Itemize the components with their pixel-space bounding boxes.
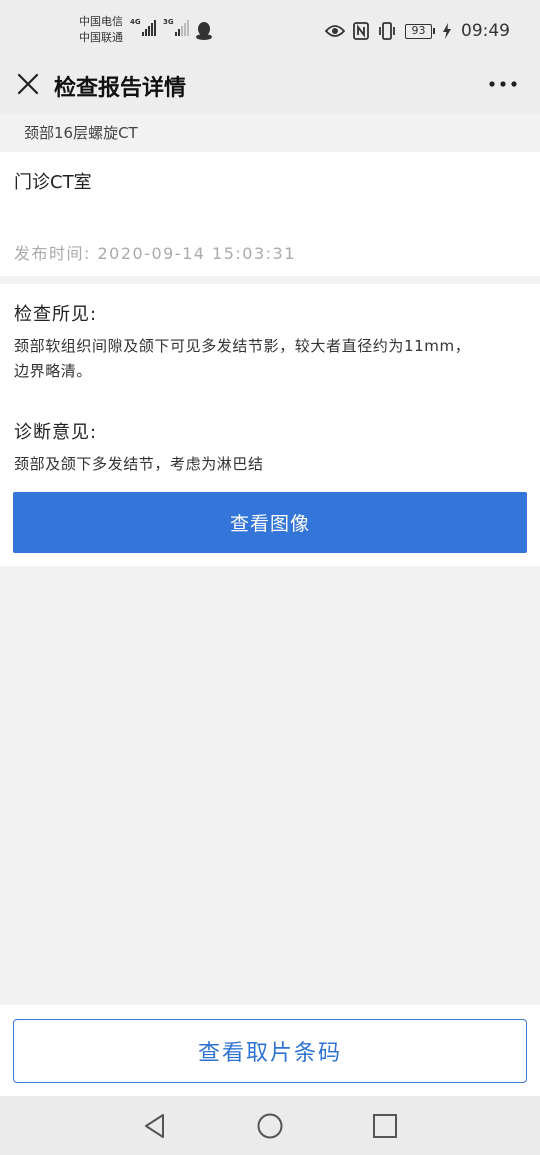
department: 门诊CT室: [14, 172, 92, 193]
home-icon[interactable]: [255, 1111, 285, 1141]
diagnosis-title: 诊断意见:: [14, 422, 98, 443]
signal-group-2: 3G: [163, 18, 189, 36]
signal-group-1: 4G: [130, 18, 156, 36]
network-type-2: 3G: [163, 18, 174, 26]
view-image-button[interactable]: 查看图像: [13, 492, 527, 553]
publish-time: 发布时间: 2020-09-14 15:03:31: [14, 244, 296, 263]
network-type-1: 4G: [130, 18, 141, 26]
findings-line-2: 边界略清。: [14, 362, 93, 380]
charging-icon: [443, 23, 451, 39]
status-bar: 中国电信 中国联通 4G 3G 93 09:49: [0, 0, 540, 60]
page-title: 检查报告详情: [54, 76, 187, 101]
qq-icon: [196, 22, 212, 40]
findings-line-1: 颈部软组织间隙及颌下可见多发结节影，较大者直径约为11mm，: [14, 337, 471, 355]
status-right: 93 09:49: [325, 20, 510, 42]
recents-icon[interactable]: [370, 1111, 400, 1141]
system-nav-bar: [0, 1096, 540, 1155]
signal-icon: [141, 18, 156, 36]
exam-name-bar: 颈部16层螺旋CT: [0, 114, 540, 152]
exam-name: 颈部16层螺旋CT: [24, 124, 138, 142]
carrier-name-2: 中国联通: [79, 31, 123, 44]
carrier-name-1: 中国电信: [79, 15, 123, 28]
vibrate-icon: [379, 22, 395, 40]
carrier-info: 中国电信 中国联通: [79, 14, 123, 46]
battery-icon: 93: [405, 23, 435, 39]
eye-icon: [325, 25, 345, 37]
view-barcode-button[interactable]: 查看取片条码: [13, 1019, 527, 1083]
findings-text: 颈部软组织间隙及颌下可见多发结节影，较大者直径约为11mm， 边界略清。: [14, 334, 530, 384]
bottom-action-bar: 查看取片条码: [0, 1005, 540, 1096]
diagnosis-text: 颈部及颌下多发结节，考虑为淋巴结: [14, 455, 264, 473]
back-icon[interactable]: [140, 1111, 170, 1141]
report-content-card: 检查所见: 颈部软组织间隙及颌下可见多发结节影，较大者直径约为11mm， 边界略…: [0, 284, 540, 566]
close-icon[interactable]: [16, 72, 40, 96]
app-header: 检查报告详情: [0, 60, 540, 114]
nfc-icon: [353, 22, 369, 40]
signal-icon: [174, 18, 189, 36]
report-info-card: 门诊CT室 发布时间: 2020-09-14 15:03:31: [0, 152, 540, 276]
battery-level: 93: [405, 23, 432, 39]
more-icon[interactable]: [488, 77, 518, 91]
findings-title: 检查所见:: [14, 304, 98, 325]
clock: 09:49: [461, 21, 510, 41]
